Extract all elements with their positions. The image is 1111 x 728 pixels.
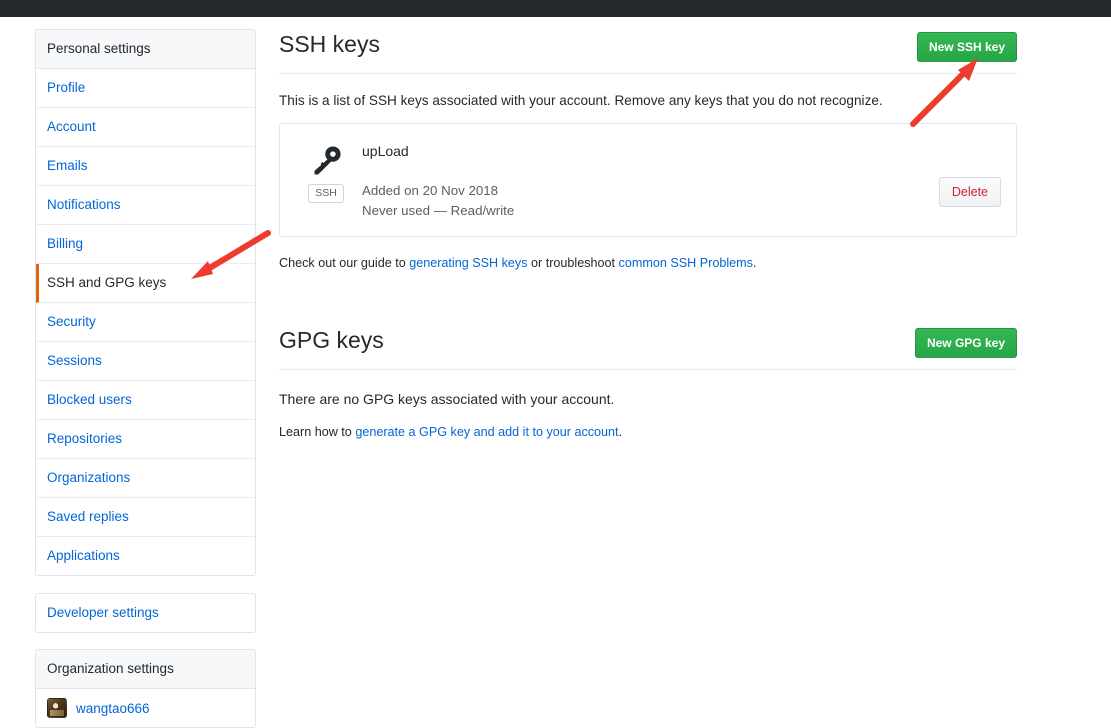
gpg-learn-prefix: Learn how to: [279, 425, 356, 439]
sidebar-item-organization-wangtao666[interactable]: wangtao666: [36, 689, 255, 727]
ssh-key-row: SSH upLoad Added on 20 Nov 2018 Never us…: [279, 123, 1017, 237]
sidebar-item-saved-replies[interactable]: Saved replies: [36, 498, 255, 537]
gpg-learn-suffix: .: [618, 425, 623, 439]
gpg-keys-header: GPG keys New GPG key: [279, 325, 1017, 370]
common-ssh-problems-link[interactable]: common SSH Problems: [619, 256, 753, 270]
personal-settings-nav: Personal settings Profile Account Emails…: [35, 29, 256, 576]
sidebar-item-account[interactable]: Account: [36, 108, 255, 147]
organization-name: wangtao666: [76, 700, 150, 716]
ssh-keys-description: This is a list of SSH keys associated wi…: [279, 93, 883, 108]
ssh-keys-header: SSH keys New SSH key: [279, 29, 1017, 74]
ssh-help-middle: or troubleshoot: [527, 256, 619, 270]
sidebar-item-repositories[interactable]: Repositories: [36, 420, 255, 459]
sidebar-item-sessions[interactable]: Sessions: [36, 342, 255, 381]
developer-settings-nav: Developer settings: [35, 593, 256, 633]
ssh-help-suffix: .: [752, 256, 757, 270]
avatar: [47, 698, 67, 718]
personal-settings-header: Personal settings: [36, 30, 255, 69]
page-title: SSH keys: [279, 31, 380, 57]
ssh-help-prefix: Check out our guide to: [279, 256, 410, 270]
settings-sidebar: Personal settings Profile Account Emails…: [35, 29, 256, 728]
gpg-keys-title: GPG keys: [279, 327, 384, 353]
sidebar-item-blocked-users[interactable]: Blocked users: [36, 381, 255, 420]
gpg-keys-description: There are no GPG keys associated with yo…: [279, 391, 615, 407]
organization-settings-nav: Organization settings wangtao666: [35, 649, 256, 728]
sidebar-item-security[interactable]: Security: [36, 303, 255, 342]
gpg-keys-section: GPG keys New GPG key There are no GPG ke…: [279, 325, 1017, 441]
ssh-key-usage: Never used — Read/write: [362, 203, 515, 218]
main-content: SSH keys New SSH key This is a list of S…: [279, 29, 1017, 441]
sidebar-item-billing[interactable]: Billing: [36, 225, 255, 264]
ssh-key-info: upLoad Added on 20 Nov 2018 Never used —…: [354, 139, 939, 221]
new-gpg-key-button[interactable]: New GPG key: [914, 328, 1017, 358]
gpg-learn-text: Learn how to generate a GPG key and add …: [279, 423, 1017, 441]
ssh-key-type-badge: SSH: [308, 184, 344, 203]
generate-gpg-key-link[interactable]: generate a GPG key and add it to your ac…: [355, 425, 618, 439]
settings-page: Personal settings Profile Account Emails…: [0, 0, 1111, 728]
ssh-key-added-date: Added on 20 Nov 2018: [362, 183, 499, 198]
ssh-key-icon-column: SSH: [298, 139, 354, 203]
sidebar-item-developer-settings[interactable]: Developer settings: [36, 594, 255, 632]
new-ssh-key-button[interactable]: New SSH key: [916, 32, 1017, 62]
ssh-key-meta: Added on 20 Nov 2018 Never used — Read/w…: [362, 181, 939, 221]
ssh-help-text: Check out our guide to generating SSH ke…: [279, 254, 1017, 272]
delete-ssh-key-button[interactable]: Delete: [938, 177, 1001, 207]
sidebar-item-ssh-and-gpg-keys[interactable]: SSH and GPG keys: [36, 264, 255, 303]
ssh-key-title: upLoad: [362, 143, 409, 159]
sidebar-item-organizations[interactable]: Organizations: [36, 459, 255, 498]
global-navbar: [0, 0, 1111, 17]
sidebar-item-emails[interactable]: Emails: [36, 147, 255, 186]
sidebar-item-applications[interactable]: Applications: [36, 537, 255, 575]
sidebar-item-profile[interactable]: Profile: [36, 69, 255, 108]
key-icon: [314, 146, 341, 175]
organization-settings-header: Organization settings: [36, 650, 255, 689]
sidebar-item-notifications[interactable]: Notifications: [36, 186, 255, 225]
generating-ssh-keys-link[interactable]: generating SSH keys: [409, 256, 527, 270]
